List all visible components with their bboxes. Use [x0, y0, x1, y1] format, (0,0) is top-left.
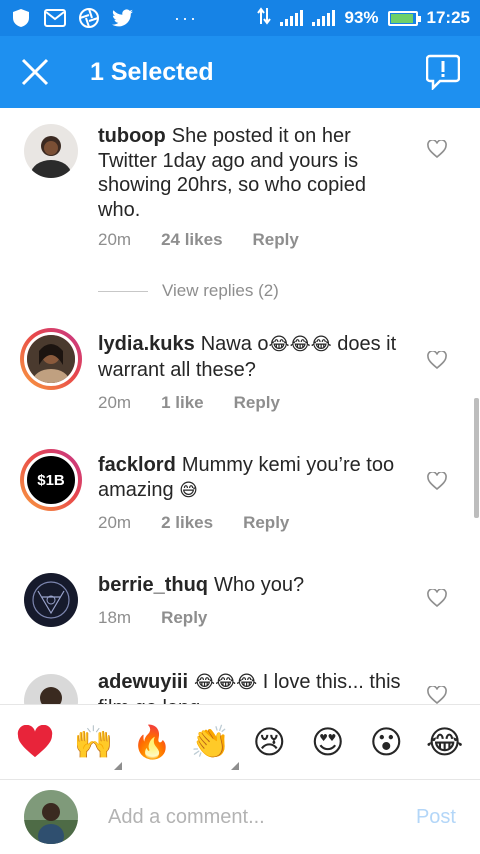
heart-icon[interactable] [427, 472, 447, 490]
comment-text-block: tuboop She posted it on her Twitter 1day … [98, 124, 410, 222]
comment-time: 20m [98, 513, 132, 532]
comment-username[interactable]: berrie_thuq [98, 574, 208, 596]
comment-input[interactable] [108, 805, 398, 829]
skin-tone-indicator [230, 762, 239, 770]
comment-meta: 18m Reply [98, 608, 237, 628]
avatar[interactable] [24, 124, 78, 178]
clock: 17:25 [426, 8, 470, 27]
comment-text-block: lydia.kuks Nawa o😂😂😂 does it warrant all … [98, 332, 410, 382]
avatar-text: $1B [37, 471, 65, 489]
comment-text-block: facklord Mummy kemi you’re too amazing 😅 [98, 453, 410, 503]
avatar[interactable]: $1B [20, 449, 82, 511]
reply-button[interactable]: Reply [161, 608, 207, 628]
comment-username[interactable]: adewuyiii [98, 671, 188, 693]
comment-emoji: 😅 [179, 479, 198, 501]
comment-text-block: berrie_thuq Who you? [98, 573, 410, 598]
heart-emoji-icon [18, 725, 53, 758]
comment-likes[interactable]: 1 like [161, 393, 204, 413]
status-bar: ··· 93% 17:25 [0, 0, 480, 36]
more-dots-icon: ··· [174, 7, 198, 28]
heart-icon[interactable] [427, 351, 447, 369]
emoji-clap-button[interactable]: 👏 [189, 720, 239, 770]
comment-meta: 20m 24 likes Reply [98, 230, 329, 250]
heart-icon[interactable] [427, 140, 447, 158]
signal-icon [312, 10, 336, 26]
comment-username[interactable]: facklord [98, 454, 176, 476]
comment-meta: 20m 2 likes Reply [98, 513, 319, 533]
heart-icon[interactable] [427, 589, 447, 607]
surprised-emoji: 😮 [369, 723, 403, 761]
view-replies-button[interactable]: View replies (2) [98, 281, 279, 301]
avatar[interactable] [20, 328, 82, 390]
crying-emoji: 😢 [252, 723, 286, 761]
comment-time: 20m [98, 393, 132, 412]
signal-icon [280, 10, 304, 26]
data-arrows-icon [257, 6, 272, 30]
reply-button[interactable]: Reply [234, 393, 280, 413]
emoji-quick-bar: 🙌 🔥 👏 😢 😍 😮 😂 [0, 704, 480, 780]
battery-percent: 93% [344, 8, 379, 27]
reply-button[interactable]: Reply [243, 513, 289, 533]
post-button[interactable]: Post [416, 806, 456, 829]
my-avatar [24, 790, 78, 844]
emoji-fire-button[interactable]: 🔥 [130, 720, 174, 764]
divider [98, 290, 148, 292]
comment-text: Nawa o [200, 333, 269, 355]
emoji-crying-button[interactable]: 😢 [247, 720, 291, 764]
emoji-laughing-button[interactable]: 😂 [423, 720, 467, 764]
comment-text-block: adewuyiii😂😂😂 I love this... this film go… [98, 670, 410, 704]
skin-tone-indicator [113, 762, 122, 770]
comment-time: 20m [98, 230, 132, 249]
comment-likes[interactable]: 24 likes [161, 230, 222, 250]
comments-list[interactable]: tuboop She posted it on her Twitter 1day … [0, 108, 480, 704]
laughing-emoji: 😂 [426, 723, 464, 761]
view-replies-label: View replies (2) [162, 281, 279, 300]
comment-username[interactable]: tuboop [98, 125, 166, 147]
reply-button[interactable]: Reply [253, 230, 299, 250]
report-button[interactable] [424, 52, 462, 92]
close-icon [21, 58, 49, 86]
emoji-heart-button[interactable] [13, 720, 57, 764]
comment-composer: Post [0, 780, 480, 854]
twitter-icon [112, 8, 134, 28]
action-bar: 1 Selected [0, 36, 480, 108]
comment-emojis: 😂😂😂 [194, 672, 258, 693]
emoji-raised-hands-button[interactable]: 🙌 [72, 720, 122, 770]
report-icon [426, 54, 460, 90]
avatar[interactable] [24, 573, 78, 627]
clap-emoji: 👏 [190, 723, 231, 761]
comment-likes[interactable]: 2 likes [161, 513, 213, 533]
heart-eyes-emoji: 😍 [311, 723, 345, 761]
comment-meta: 20m 1 like Reply [98, 393, 310, 413]
scrollbar-thumb[interactable] [474, 398, 479, 518]
avatar[interactable] [24, 674, 78, 704]
emoji-heart-eyes-button[interactable]: 😍 [306, 720, 350, 764]
aperture-icon [78, 8, 100, 28]
gmail-icon [44, 8, 66, 28]
close-button[interactable] [0, 36, 70, 108]
selection-title: 1 Selected [90, 57, 214, 86]
shield-icon [10, 8, 32, 28]
battery-icon [387, 10, 421, 26]
comment-time: 18m [98, 608, 132, 627]
comment-emojis: 😂😂😂 [268, 334, 332, 355]
fire-emoji: 🔥 [132, 723, 173, 761]
emoji-surprised-button[interactable]: 😮 [364, 720, 408, 764]
comment-username[interactable]: lydia.kuks [98, 333, 195, 355]
raised-hands-emoji: 🙌 [73, 723, 114, 761]
comment-text: Who you? [214, 574, 305, 596]
heart-icon[interactable] [427, 686, 447, 704]
